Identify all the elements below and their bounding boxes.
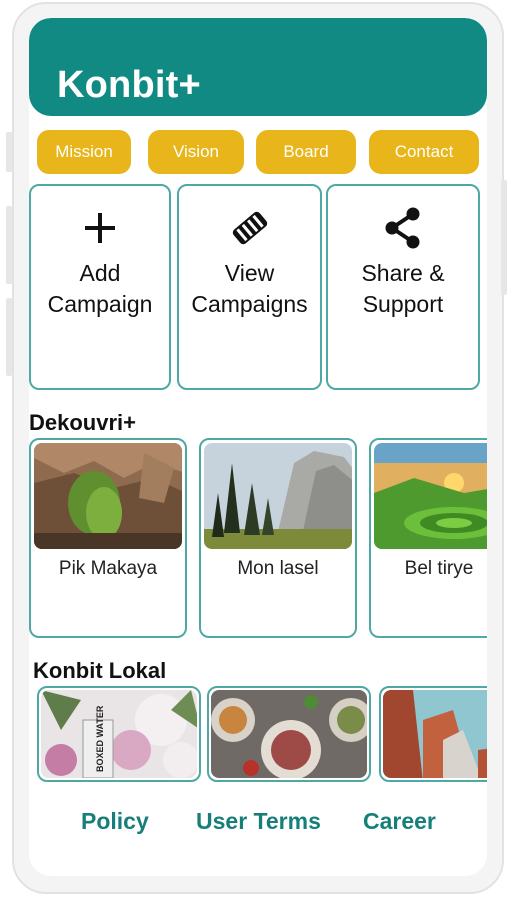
- footer-link-career[interactable]: Career: [363, 808, 436, 835]
- app-title: Konbit+: [57, 64, 201, 106]
- handshake-icon: [179, 204, 320, 252]
- app-header: Konbit+: [29, 18, 487, 116]
- dekouvri-card-mon-lasel[interactable]: Mon lasel: [199, 438, 357, 638]
- share-icon: [328, 204, 478, 252]
- add-campaign-button[interactable]: Add Campaign: [29, 184, 171, 390]
- side-button: [6, 298, 12, 376]
- chip-vision[interactable]: Vision: [148, 130, 244, 174]
- flowers-boxed-water-photo: BOXED WATER: [41, 690, 197, 778]
- action-label: Share & Support: [361, 260, 445, 317]
- dekouvri-card-label: Bel tirye: [404, 558, 474, 579]
- lokal-card-canyon[interactable]: [379, 686, 487, 782]
- lokal-card-food[interactable]: [207, 686, 371, 782]
- dekouvri-card-bel-tirye[interactable]: Bel tirye: [369, 438, 487, 638]
- boxed-water-text: BOXED WATER: [95, 705, 105, 772]
- side-button: [6, 206, 12, 284]
- side-button: [6, 132, 12, 172]
- footer-link-user-terms[interactable]: User Terms: [196, 808, 321, 835]
- valley-granite-cliff-photo: [204, 443, 352, 549]
- dekouvri-card-label: Mon lasel: [237, 558, 319, 579]
- view-campaigns-button[interactable]: View Campaigns: [177, 184, 322, 390]
- plus-icon: [31, 204, 169, 252]
- footer-link-policy[interactable]: Policy: [81, 808, 149, 835]
- mossy-rock-cliff-photo: [34, 443, 182, 549]
- lokal-card-flowers[interactable]: BOXED WATER: [37, 686, 201, 782]
- dekouvri-card-label: Pik Makaya: [58, 558, 158, 579]
- action-label: Add Campaign: [47, 260, 153, 317]
- share-support-button[interactable]: Share & Support: [326, 184, 480, 390]
- chip-contact[interactable]: Contact: [369, 130, 479, 174]
- side-button: [501, 180, 507, 295]
- app-screen: Konbit+ Mission Vision Board Contact Add…: [29, 18, 487, 876]
- action-label: View Campaigns: [191, 260, 308, 317]
- konbit-lokal-title: Konbit Lokal: [33, 658, 167, 683]
- food-plates-photo: [211, 690, 367, 778]
- dekouvri-card-pik-makaya[interactable]: Pik Makaya: [29, 438, 187, 638]
- green-hills-sunset-photo: [374, 443, 487, 549]
- red-rock-canyon-photo: [383, 690, 487, 778]
- chip-mission[interactable]: Mission: [37, 130, 131, 174]
- dekouvri-title: Dekouvri+: [29, 410, 136, 435]
- chip-board[interactable]: Board: [256, 130, 356, 174]
